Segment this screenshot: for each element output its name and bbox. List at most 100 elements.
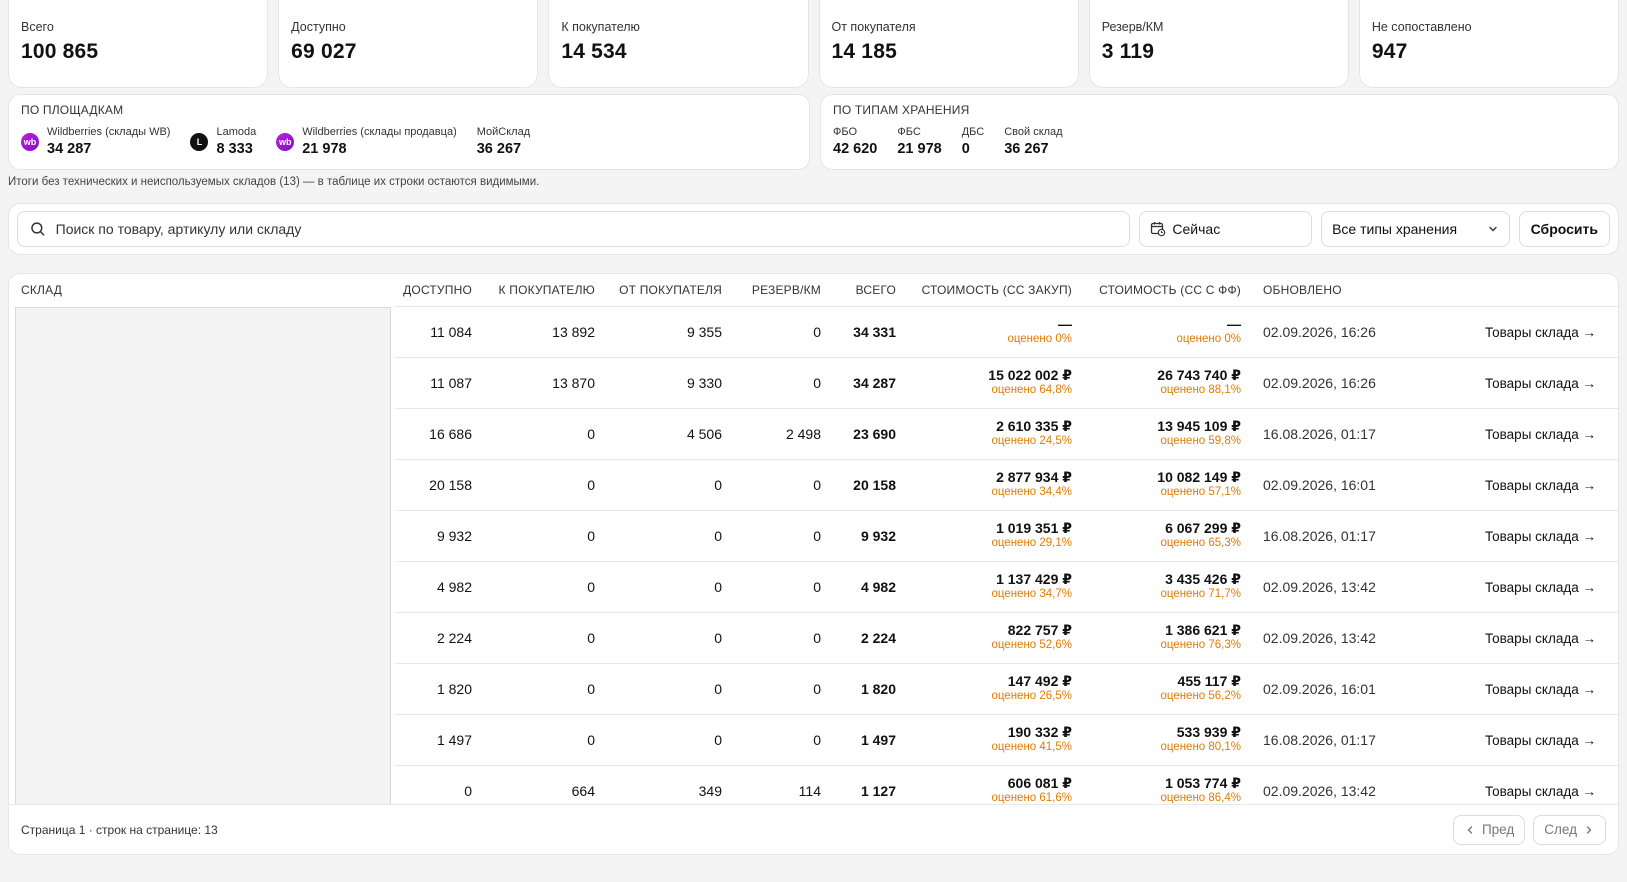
platform-text: Wildberries (склады продавца) 21 978 bbox=[302, 126, 457, 157]
platform-label: Lamoda bbox=[216, 126, 257, 138]
warehouse-table: СКЛАД ДОСТУПНО К ПОКУПАТЕЛЮ ОТ ПОКУПАТЕЛЯ РЕ… bbox=[8, 273, 1619, 855]
stat-label: Резерв/КМ bbox=[1101, 20, 1164, 34]
cost-cell: 533 939 ₽ оценено 80,1% bbox=[1078, 713, 1247, 765]
storage-item: ФБО 42 620 bbox=[833, 126, 877, 157]
next-page-button[interactable]: След bbox=[1533, 814, 1606, 845]
updated-cell: 16.08.2026, 01:17 bbox=[1247, 713, 1402, 765]
cost-cell: 1 019 351 ₽ оценено 29,1% bbox=[902, 509, 1078, 561]
link-label: Товары склада bbox=[1484, 477, 1579, 493]
cost-value: 1 386 621 ₽ bbox=[1165, 622, 1241, 638]
warehouse-products-link[interactable]: Товары склада → bbox=[1485, 682, 1596, 697]
platform-value: 8 333 bbox=[216, 141, 253, 157]
updated-cell: 02.09.2026, 13:42 bbox=[1247, 611, 1402, 663]
cost-cell: 1 386 621 ₽ оценено 76,3% bbox=[1078, 611, 1247, 663]
cost-cell: 2 877 934 ₽ оценено 34,4% bbox=[902, 458, 1078, 510]
to-buyer-cell: 0 bbox=[478, 560, 601, 612]
link-cell: Товары склада → bbox=[1402, 356, 1618, 408]
updated-cell: 02.09.2026, 16:01 bbox=[1247, 458, 1402, 510]
cost-cell: 6 067 299 ₽ оценено 65,3% bbox=[1078, 509, 1247, 561]
warehouse-products-link[interactable]: Товары склада → bbox=[1485, 529, 1596, 544]
warehouse-products-link[interactable]: Товары склада → bbox=[1485, 427, 1596, 442]
warehouse-products-link[interactable]: Товары склада → bbox=[1485, 631, 1596, 646]
cost-value: — bbox=[1227, 316, 1241, 332]
chevron-right-icon bbox=[1586, 825, 1592, 834]
reserve-cell: 0 bbox=[728, 713, 827, 765]
from-buyer-cell: 0 bbox=[601, 662, 728, 714]
stat-value: 69 027 bbox=[291, 40, 357, 63]
storage-value: 36 267 bbox=[1004, 141, 1049, 157]
cost-value: 10 082 149 ₽ bbox=[1157, 469, 1241, 485]
platform-label: Wildberries (склады WB) bbox=[47, 126, 171, 138]
link-label: Товары склада bbox=[1484, 732, 1579, 748]
search-box[interactable] bbox=[17, 211, 1131, 247]
from-buyer-cell: 9 355 bbox=[601, 305, 728, 357]
available-cell: 20 158 bbox=[395, 458, 478, 510]
warehouse-products-link[interactable]: Товары склада → bbox=[1485, 376, 1596, 391]
from-buyer-cell: 0 bbox=[601, 509, 728, 561]
prev-label: Пред bbox=[1481, 822, 1515, 837]
date-picker-button[interactable]: Сейчас bbox=[1139, 211, 1313, 247]
platform-text: Lamoda 8 333 bbox=[216, 126, 256, 157]
estimate-percent: оценено 59,8% bbox=[1160, 435, 1241, 447]
platform-label: МойСклад bbox=[476, 126, 531, 138]
column-header: СКЛАД bbox=[21, 283, 63, 297]
cost-cell: 26 743 740 ₽ оценено 88,1% bbox=[1078, 356, 1247, 408]
cost-cell: 822 757 ₽ оценено 52,6% bbox=[902, 611, 1078, 663]
column-header: ОБНОВЛЕНО bbox=[1263, 282, 1342, 297]
to-buyer-cell: 0 bbox=[478, 407, 601, 459]
storage-item: Свой склад 36 267 bbox=[1004, 126, 1062, 157]
stat-value: 100 865 bbox=[21, 40, 99, 63]
cost-value: 2 877 934 ₽ bbox=[996, 469, 1072, 485]
stat-value: 947 bbox=[1371, 40, 1408, 63]
reset-button[interactable]: Сбросить bbox=[1518, 211, 1610, 247]
estimate-percent: оценено 52,6% bbox=[991, 639, 1072, 651]
cost-value: 1 053 774 ₽ bbox=[1165, 775, 1241, 792]
reserve-cell: 0 bbox=[728, 611, 827, 663]
cost-value: 147 492 ₽ bbox=[1007, 673, 1072, 689]
available-cell: 4 982 bbox=[395, 560, 478, 612]
platform-item: МойСклад 36 267 bbox=[477, 126, 530, 157]
storage-type-select[interactable]: Все типы хранения bbox=[1321, 211, 1510, 247]
reserve-cell: 0 bbox=[728, 356, 827, 408]
lamoda-logo-icon: L bbox=[190, 132, 209, 151]
from-buyer-cell: 0 bbox=[601, 458, 728, 510]
reserve-cell: 2 498 bbox=[728, 407, 827, 459]
estimate-percent: оценено 57,1% bbox=[1160, 486, 1241, 498]
warehouse-products-link[interactable]: Товары склада → bbox=[1485, 784, 1596, 799]
warehouse-products-link[interactable]: Товары склада → bbox=[1485, 478, 1596, 493]
prev-page-button[interactable]: Пред bbox=[1452, 814, 1526, 845]
estimate-percent: оценено 26,5% bbox=[991, 690, 1072, 702]
cost-value: 455 117 ₽ bbox=[1177, 673, 1241, 689]
reserve-cell: 0 bbox=[728, 560, 827, 612]
cost-cell: 15 022 002 ₽ оценено 64,8% bbox=[902, 356, 1078, 408]
estimate-percent: оценено 41,5% bbox=[991, 741, 1072, 753]
warehouse-names-redacted bbox=[15, 307, 391, 810]
platform-label: Wildberries (склады продавца) bbox=[302, 126, 457, 138]
storage-item: ДБС 0 bbox=[962, 126, 985, 157]
to-buyer-cell: 13 870 bbox=[478, 356, 601, 408]
available-cell: 9 932 bbox=[395, 509, 478, 561]
warehouse-products-link[interactable]: Товары склада → bbox=[1485, 733, 1596, 748]
available-cell: 16 686 bbox=[395, 407, 478, 459]
platform-text: МойСклад 36 267 bbox=[477, 126, 530, 157]
arrow-right-icon: → bbox=[1578, 579, 1596, 595]
estimate-percent: оценено 34,4% bbox=[991, 486, 1072, 498]
estimate-percent: оценено 56,2% bbox=[1160, 690, 1241, 702]
search-input[interactable] bbox=[55, 221, 1118, 237]
stat-label: От покупателя bbox=[831, 20, 916, 34]
warehouse-products-link[interactable]: Товары склада → bbox=[1485, 325, 1596, 340]
total-cell: 4 982 bbox=[827, 560, 902, 612]
arrow-right-icon: → bbox=[1578, 732, 1596, 748]
platform-item: wb Wildberries (склады WB) 34 287 bbox=[21, 126, 170, 157]
storage-label: Свой склад bbox=[1004, 126, 1063, 138]
column-header: К ПОКУПАТЕЛЮ bbox=[498, 282, 595, 297]
to-buyer-cell: 0 bbox=[478, 662, 601, 714]
warehouse-products-link[interactable]: Товары склада → bbox=[1485, 580, 1596, 595]
storage-panel: ПО ТИПАМ ХРАНЕНИЯ ФБО 42 620 ФБС 21 978 ДБС 0… bbox=[820, 94, 1619, 170]
from-buyer-cell: 0 bbox=[601, 560, 728, 612]
link-cell: Товары склада → bbox=[1402, 509, 1618, 561]
arrow-right-icon: → bbox=[1578, 477, 1596, 493]
column-header: СТОИМОСТЬ (СС ЗАКУП) bbox=[921, 282, 1072, 297]
link-label: Товары склада bbox=[1484, 630, 1579, 646]
stat-card: Всего 100 865 bbox=[8, 0, 269, 88]
